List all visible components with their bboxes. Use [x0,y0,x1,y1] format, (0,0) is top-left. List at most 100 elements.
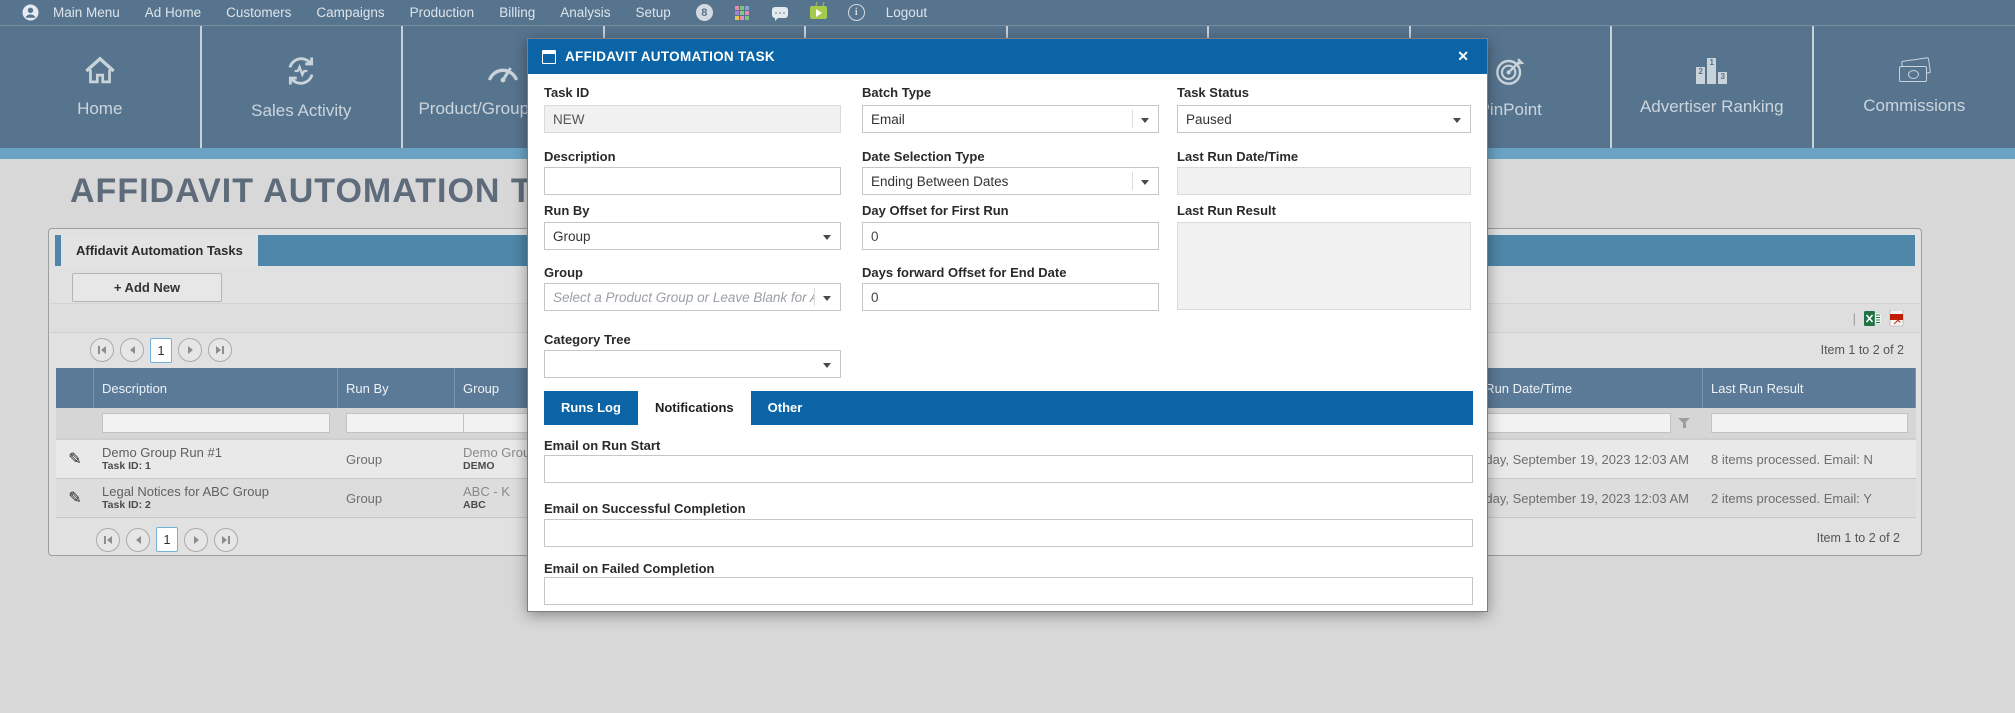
last-page-button[interactable] [208,338,232,362]
nav-item-ad-home[interactable]: Ad Home [145,5,201,20]
export-excel-button[interactable] [1864,310,1881,327]
task-id-label: Task ID [544,85,589,100]
group-select[interactable]: Select a Product Group or Leave Blank fo… [544,283,841,311]
tile-sales-activity[interactable]: Sales Activity [202,26,404,148]
email-on-successful-completion-label: Email on Successful Completion [544,501,746,516]
last-run-result-field [1177,222,1471,310]
task-status-label: Task Status [1177,85,1249,100]
email-on-failed-completion-label: Email on Failed Completion [544,561,714,576]
nav-item-campaigns[interactable]: Campaigns [316,5,384,20]
nav-item-production[interactable]: Production [410,5,475,20]
group-label: Group [544,265,583,280]
affidavit-automation-task-modal: AFFIDAVIT AUTOMATION TASK ✕ Task ID Desc… [527,38,1488,612]
money-icon [1899,59,1929,83]
first-page-button[interactable] [90,338,114,362]
tab-affidavit-automation-tasks[interactable]: Affidavit Automation Tasks [61,235,258,266]
sales-activity-icon [283,54,319,88]
task-status-select[interactable]: Paused [1177,105,1471,133]
prev-page-button[interactable] [126,528,150,552]
add-new-button[interactable]: + Add New [72,273,222,302]
column-header-last-run-result[interactable]: Last Run Result [1703,368,1916,408]
last-page-button[interactable] [214,528,238,552]
filter-last-run-result-input[interactable] [1711,413,1908,433]
edit-row-button[interactable]: ✎ [56,440,94,478]
close-icon[interactable]: ✕ [1453,46,1473,67]
row-description: Legal Notices for ABC Group [102,484,338,499]
email-on-failed-completion-field[interactable] [544,577,1473,605]
tile-home[interactable]: Home [0,26,202,148]
logout-link[interactable]: Logout [886,5,927,20]
filter-last-run-date-input[interactable] [1457,413,1671,433]
video-tutorials-icon[interactable] [810,4,827,21]
row-description: Demo Group Run #1 [102,445,338,460]
filter-description-input[interactable] [102,413,330,433]
gauge-icon [485,56,521,86]
email-on-run-start-field[interactable] [544,455,1473,483]
home-icon [83,56,117,86]
tab-other[interactable]: Other [751,391,820,425]
window-icon [542,50,556,64]
page-number[interactable]: 1 [156,527,178,552]
pencil-icon: ✎ [68,449,81,469]
nav-item-main-menu[interactable]: Main Menu [53,5,120,20]
top-nav-bar: Main Menu Ad Home Customers Campaigns Pr… [0,0,2015,25]
notification-badge[interactable]: 8 [696,4,713,21]
pagination-top: 1 [90,338,232,363]
nav-item-customers[interactable]: Customers [226,5,291,20]
row-last-run-date: Tuesday, September 19, 2023 12:03 AM [1457,452,1703,467]
column-header-edit [56,368,94,408]
tile-commissions[interactable]: Commissions [1814,26,2015,148]
last-run-datetime-field [1177,167,1471,195]
description-label: Description [544,149,616,164]
page-number[interactable]: 1 [150,338,172,363]
column-header-description[interactable]: Description [94,368,338,408]
run-by-label: Run By [544,203,590,218]
filter-funnel-icon[interactable] [1673,413,1695,433]
item-count-top: Item 1 to 2 of 2 [1821,343,1904,357]
category-tree-select[interactable] [544,350,841,378]
last-run-result-label: Last Run Result [1177,203,1276,218]
days-forward-offset-field[interactable] [862,283,1159,311]
description-field[interactable] [544,167,841,195]
row-run-by: Group [346,452,455,467]
item-count-bottom: Item 1 to 2 of 2 [1817,531,1900,545]
tab-notifications[interactable]: Notifications [638,391,751,425]
task-id-field [544,105,841,133]
date-selection-type-select[interactable]: Ending Between Dates [862,167,1159,195]
date-selection-type-label: Date Selection Type [862,149,985,164]
email-on-successful-completion-field[interactable] [544,519,1473,547]
nav-item-billing[interactable]: Billing [499,5,535,20]
chevron-down-icon [823,235,831,240]
next-page-button[interactable] [178,338,202,362]
row-last-run-result: 8 items processed. Email: N [1711,452,1916,467]
apps-grid-icon[interactable] [734,4,751,21]
run-by-select[interactable]: Group [544,222,841,250]
user-avatar-icon[interactable] [22,4,39,21]
last-run-datetime-label: Last Run Date/Time [1177,149,1298,164]
export-pdf-button[interactable] [1889,310,1906,327]
info-icon[interactable]: i [848,4,865,21]
batch-type-select[interactable]: Email [862,105,1159,133]
batch-type-label: Batch Type [862,85,931,100]
chat-icon[interactable] [772,4,789,21]
modal-tabstrip: Runs Log Notifications Other [544,391,1473,425]
first-page-button[interactable] [96,528,120,552]
edit-row-button[interactable]: ✎ [56,479,94,517]
row-task-id: Task ID: 2 [102,499,338,512]
tile-advertiser-ranking[interactable]: 2 1 3 Advertiser Ranking [1612,26,1814,148]
row-run-by: Group [346,491,455,506]
next-page-button[interactable] [184,528,208,552]
prev-page-button[interactable] [120,338,144,362]
nav-item-setup[interactable]: Setup [636,5,671,20]
day-offset-first-run-field[interactable] [862,222,1159,250]
tab-runs-log[interactable]: Runs Log [544,391,638,425]
row-last-run-result: 2 items processed. Email: Y [1711,491,1916,506]
column-header-run-by[interactable]: Run By [338,368,455,408]
pencil-icon: ✎ [68,488,81,508]
modal-title: AFFIDAVIT AUTOMATION TASK [565,49,1453,64]
row-last-run-date: Tuesday, September 19, 2023 12:03 AM [1457,491,1703,506]
category-tree-label: Category Tree [544,332,631,347]
days-forward-offset-label: Days forward Offset for End Date [862,265,1066,280]
target-icon [1493,55,1527,87]
nav-item-analysis[interactable]: Analysis [560,5,610,20]
